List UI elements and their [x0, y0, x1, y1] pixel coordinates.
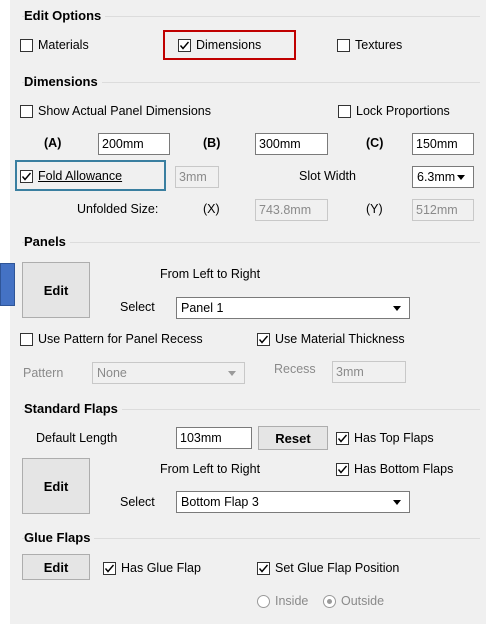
chevron-down-icon [457, 175, 465, 180]
default-length-input[interactable]: 103mm [176, 427, 252, 449]
checkbox-box [338, 104, 351, 118]
slot-width-label: Slot Width [299, 169, 356, 183]
use-material-thickness-checkbox[interactable]: Use Material Thickness [257, 332, 405, 346]
y-output: 512mm [412, 199, 474, 221]
pattern-select[interactable]: None [92, 362, 245, 384]
checkbox-box [20, 104, 33, 118]
reset-button[interactable]: Reset [258, 426, 328, 450]
radio-circle [323, 594, 336, 608]
inside-label: Inside [275, 594, 309, 608]
materials-label: Materials [38, 38, 89, 52]
panels-from-left-label: From Left to Right [160, 267, 261, 281]
has-glue-flap-label: Has Glue Flap [121, 561, 201, 575]
glue-edit-button[interactable]: Edit [22, 554, 90, 580]
x-output: 743.8mm [255, 199, 328, 221]
lock-proportions-label: Lock Proportions [356, 104, 450, 118]
edit-options-panel: Edit Options Materials Dimensions Textur… [10, 0, 486, 624]
slot-width-value: 6.3mm [417, 170, 456, 184]
checkbox-box [178, 38, 191, 52]
checkbox-box [103, 561, 116, 575]
outside-label: Outside [341, 594, 385, 608]
panel-select-value: Panel 1 [181, 301, 224, 315]
has-top-flaps-checkbox[interactable]: Has Top Flaps [336, 431, 434, 445]
checkbox-box [257, 332, 270, 346]
default-length-label: Default Length [36, 431, 118, 445]
flap-select[interactable]: Bottom Flap 3 [176, 491, 410, 513]
fold-allowance-label: Fold Allowance [38, 169, 123, 183]
panels-header: Panels [24, 234, 70, 249]
materials-checkbox[interactable]: Materials [20, 38, 89, 52]
x-label: (X) [203, 202, 220, 216]
checkbox-box [336, 462, 349, 476]
a-label: (A) [44, 136, 62, 150]
y-label: (Y) [366, 202, 383, 216]
fold-allowance-input[interactable]: 3mm [175, 166, 219, 188]
has-glue-flap-checkbox[interactable]: Has Glue Flap [103, 561, 201, 575]
lock-proportions-checkbox[interactable]: Lock Proportions [338, 104, 450, 118]
checkbox-box [20, 38, 33, 52]
outside-radio[interactable]: Outside [323, 594, 384, 608]
unfolded-size-label: Unfolded Size: [77, 202, 159, 216]
pattern-label: Pattern [23, 366, 64, 380]
show-actual-dimensions-checkbox[interactable]: Show Actual Panel Dimensions [20, 104, 211, 118]
radio-dot [327, 598, 332, 604]
chevron-down-icon [393, 306, 401, 311]
flaps-select-label: Select [120, 495, 155, 509]
dimensions-header: Dimensions [24, 74, 102, 89]
checkbox-box [257, 561, 270, 575]
chevron-down-icon [393, 500, 401, 505]
pattern-select-value: None [97, 366, 127, 380]
set-glue-flap-position-label: Set Glue Flap Position [275, 561, 400, 575]
glue-flaps-header: Glue Flaps [24, 530, 95, 545]
has-bottom-flaps-label: Has Bottom Flaps [354, 462, 454, 476]
set-glue-flap-position-checkbox[interactable]: Set Glue Flap Position [257, 561, 399, 575]
recess-input[interactable]: 3mm [332, 361, 406, 383]
checkbox-box [20, 332, 33, 346]
recess-label: Recess [274, 362, 316, 376]
textures-label: Textures [355, 38, 403, 52]
fold-allowance-checkbox[interactable]: Fold Allowance [20, 169, 122, 183]
checkbox-box [337, 38, 350, 52]
a-input[interactable]: 200mm [98, 133, 170, 155]
flap-select-value: Bottom Flap 3 [181, 495, 259, 509]
panel-select[interactable]: Panel 1 [176, 297, 410, 319]
standard-flaps-header: Standard Flaps [24, 401, 122, 416]
use-material-thickness-label: Use Material Thickness [275, 332, 405, 346]
group-border [22, 242, 480, 243]
dimensions-checkbox[interactable]: Dimensions [178, 38, 261, 52]
show-actual-dimensions-label: Show Actual Panel Dimensions [38, 104, 212, 118]
c-label: (C) [366, 136, 384, 150]
slot-width-select[interactable]: 6.3mm [412, 166, 474, 188]
panels-select-label: Select [120, 300, 155, 314]
has-bottom-flaps-checkbox[interactable]: Has Bottom Flaps [336, 462, 453, 476]
textures-checkbox[interactable]: Textures [337, 38, 402, 52]
inside-radio[interactable]: Inside [257, 594, 308, 608]
checkbox-box [336, 431, 349, 445]
radio-circle [257, 594, 270, 608]
b-input[interactable]: 300mm [255, 133, 328, 155]
selection-marker [0, 263, 15, 306]
use-pattern-label: Use Pattern for Panel Recess [38, 332, 203, 346]
has-top-flaps-label: Has Top Flaps [354, 431, 434, 445]
b-label: (B) [203, 136, 221, 150]
flaps-edit-button[interactable]: Edit [22, 458, 90, 514]
checkbox-box [20, 169, 33, 183]
panels-edit-button[interactable]: Edit [22, 262, 90, 318]
c-input[interactable]: 150mm [412, 133, 474, 155]
dimensions-label: Dimensions [196, 38, 262, 52]
chevron-down-icon [228, 371, 236, 376]
edit-options-header: Edit Options [24, 8, 106, 23]
use-pattern-checkbox[interactable]: Use Pattern for Panel Recess [20, 332, 203, 346]
flaps-from-left-label: From Left to Right [160, 462, 261, 476]
